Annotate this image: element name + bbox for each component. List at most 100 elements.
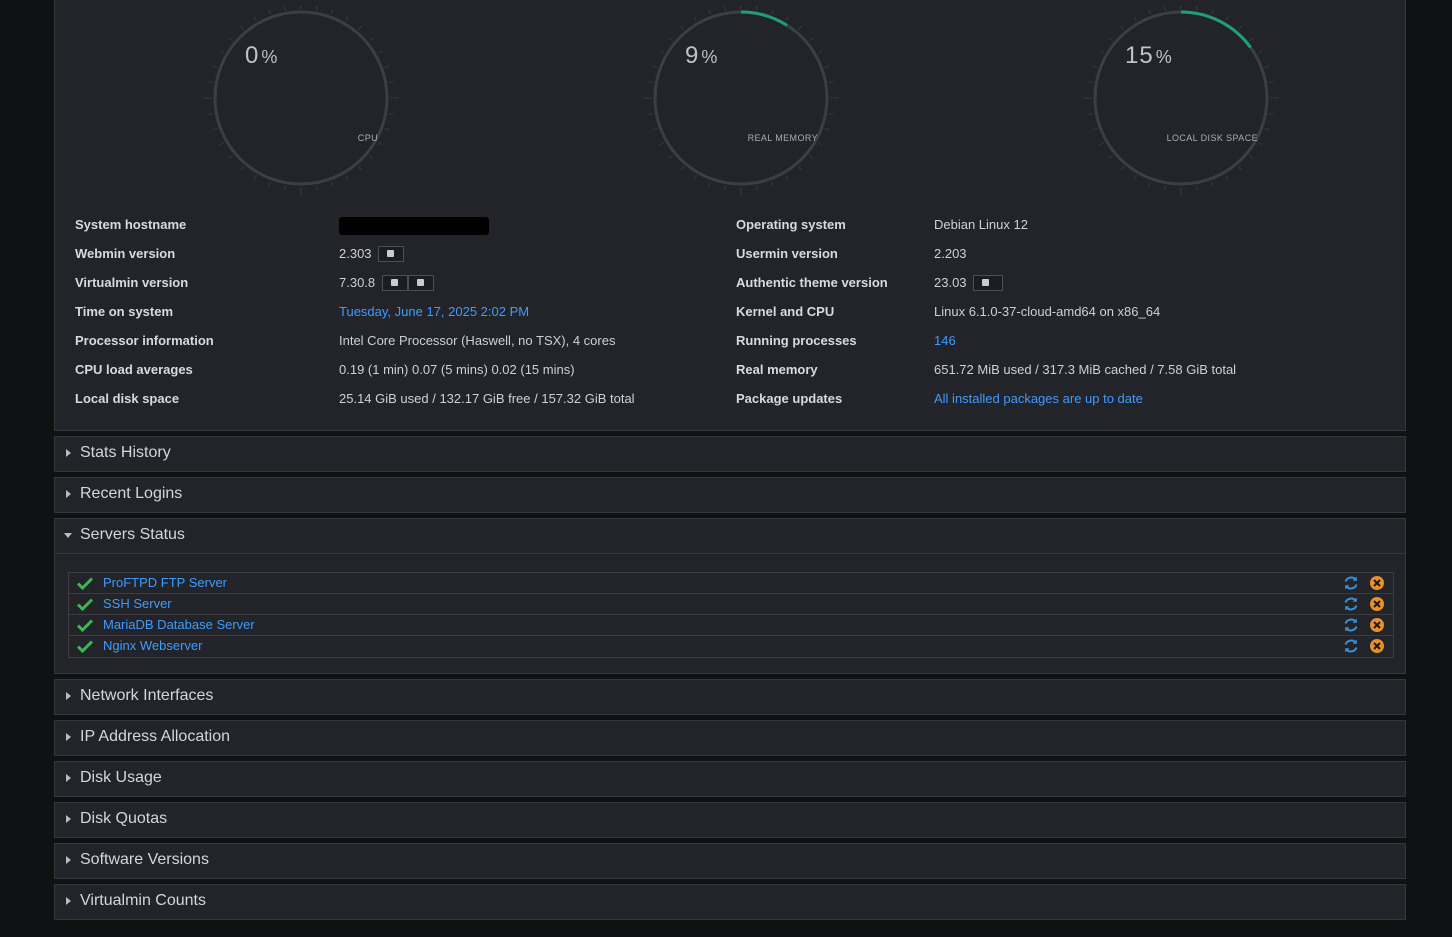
caret-right-icon <box>66 449 71 457</box>
memory-gauge-value: 9% <box>685 42 719 69</box>
hostname-label: System hostname <box>75 217 187 232</box>
server-link[interactable]: SSH Server <box>103 594 172 614</box>
gauge-tick <box>384 65 390 69</box>
virtualmin-support-icon[interactable] <box>381 274 408 291</box>
section-network-interfaces[interactable]: Network Interfaces <box>54 679 1406 715</box>
gauge-tick <box>1120 165 1125 171</box>
section-disk-quotas[interactable]: Disk Quotas <box>54 802 1406 838</box>
webmin-changelog-icon[interactable] <box>378 245 405 262</box>
cpu-gauge: 0% CPU <box>201 6 401 206</box>
gauge-tick <box>1210 9 1214 15</box>
section-virtualmin-counts[interactable]: Virtualmin Counts <box>54 884 1406 920</box>
gauge-tick <box>652 127 658 131</box>
gauge-tick <box>377 142 383 146</box>
gauge-tick <box>1092 127 1098 131</box>
gauge-tick <box>357 165 362 171</box>
package-updates-label: Package updates <box>736 391 843 406</box>
restart-icon[interactable] <box>1343 575 1359 591</box>
gauge-tick <box>828 81 834 84</box>
server-link[interactable]: ProFTPD FTP Server <box>103 573 227 593</box>
restart-icon[interactable] <box>1343 638 1359 654</box>
gauge-tick <box>668 37 674 42</box>
theme-palette-icon[interactable] <box>973 274 1004 291</box>
gauge-tick <box>1248 154 1254 159</box>
gauge-tick <box>1237 25 1242 31</box>
check-icon <box>77 598 93 611</box>
caret-right-icon <box>66 733 71 741</box>
gauge-tick <box>648 81 654 84</box>
gauge-tick <box>817 50 823 54</box>
gauge-tick <box>708 181 712 187</box>
gauge-tick <box>817 142 823 146</box>
gauge-tick <box>1092 65 1098 69</box>
real-memory-value: 651.72 MiB used / 317.3 MiB cached / 7.5… <box>934 362 1237 377</box>
server-row: ProFTPD FTP Server <box>69 573 1393 594</box>
section-ip-address-allocation[interactable]: IP Address Allocation <box>54 720 1406 756</box>
gauge-tick <box>1257 142 1263 146</box>
server-link[interactable]: MariaDB Database Server <box>103 615 255 635</box>
gauge-tick <box>680 165 685 171</box>
stop-icon[interactable] <box>1369 596 1385 612</box>
gauge-tick <box>724 185 727 191</box>
servers-status-header[interactable]: Servers Status <box>55 519 1405 553</box>
disk-gauge-dial <box>1083 6 1279 196</box>
gauge-tick <box>228 154 234 159</box>
gauge-tick <box>1225 16 1229 22</box>
cpu-load-value: 0.19 (1 min) 0.07 (5 mins) 0.02 (15 mins… <box>339 362 575 377</box>
gauge-tick <box>368 37 374 42</box>
gauge-tick <box>1264 127 1270 131</box>
cpu-gauge-label: CPU <box>357 133 378 143</box>
gauge-tick <box>1225 174 1229 180</box>
section-title: IP Address Allocation <box>80 728 231 745</box>
section-software-versions[interactable]: Software Versions <box>54 843 1406 879</box>
restart-icon[interactable] <box>1343 617 1359 633</box>
running-processes-link[interactable]: 146 <box>934 333 956 348</box>
section-recent-logins[interactable]: Recent Logins <box>54 477 1406 513</box>
gauge-tick <box>785 174 789 180</box>
kernel-value: Linux 6.1.0-37-cloud-amd64 on x86_64 <box>934 304 1161 319</box>
section-title: Disk Usage <box>80 769 162 786</box>
gauge-tick <box>1088 112 1094 115</box>
disk-gauge-value: 15% <box>1125 42 1173 69</box>
disk-gauge: 15% LOCAL DISK SPACE <box>1081 6 1281 206</box>
check-icon <box>77 619 93 632</box>
stop-icon[interactable] <box>1369 575 1385 591</box>
os-label: Operating system <box>736 217 846 232</box>
gauge-tick <box>1237 165 1242 171</box>
gauge-tick <box>388 112 394 115</box>
time-on-system-link[interactable]: Tuesday, June 17, 2025 2:02 PM <box>339 304 529 319</box>
server-link[interactable]: Nginx Webserver <box>103 636 202 656</box>
processes-label: Running processes <box>736 333 857 348</box>
package-updates-link[interactable]: All installed packages are up to date <box>934 391 1143 406</box>
servers-table: ProFTPD FTP Server SSH Server MariaDB Da… <box>68 572 1394 658</box>
gauge-tick <box>240 25 245 31</box>
restart-icon[interactable] <box>1343 596 1359 612</box>
section-stats-history[interactable]: Stats History <box>54 436 1406 472</box>
theme-version-value: 23.03 <box>934 275 967 290</box>
gauge-tick <box>1257 50 1263 54</box>
gauge-tick <box>345 16 349 22</box>
stop-icon[interactable] <box>1369 617 1385 633</box>
disk-space-label: Local disk space <box>75 391 180 406</box>
gauge-tick <box>659 142 665 146</box>
gauge-tick <box>384 127 390 131</box>
virtualmin-changelog-icon[interactable] <box>407 274 434 291</box>
gauge-tick <box>755 185 758 191</box>
stop-icon[interactable] <box>1369 638 1385 654</box>
section-disk-usage[interactable]: Disk Usage <box>54 761 1406 797</box>
hostname-row: System hostname <box>75 215 186 235</box>
redacted-hostname <box>339 216 489 235</box>
usermin-version-label: Usermin version <box>736 246 838 261</box>
memory-gauge: 9% REAL MEMORY <box>641 6 841 206</box>
gauge-tick <box>1268 81 1274 84</box>
gauge-tick <box>212 65 218 69</box>
gauge-tick <box>1248 37 1254 42</box>
gauge-tick <box>1099 50 1105 54</box>
section-title: Recent Logins <box>80 485 183 502</box>
memory-gauge-label: REAL MEMORY <box>747 133 818 143</box>
webmin-version-label: Webmin version <box>75 246 176 261</box>
gauge-tick <box>357 25 362 31</box>
gauge-tick <box>797 165 802 171</box>
gauge-tick <box>330 9 334 15</box>
gauge-tick <box>1164 185 1167 191</box>
